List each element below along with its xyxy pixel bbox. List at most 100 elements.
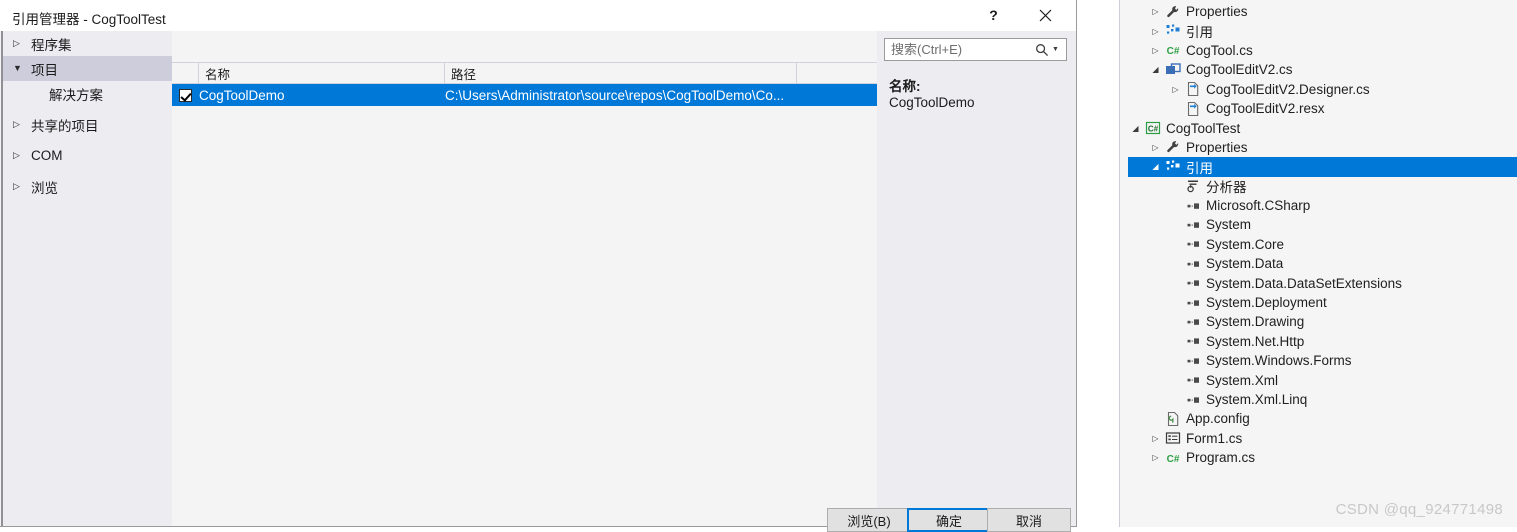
category-label: 浏览 — [31, 180, 58, 196]
category-item-assemblies[interactable]: ▷ 程序集 — [3, 31, 172, 56]
analyzer-icon — [1183, 178, 1202, 194]
tree-item[interactable]: ◢ C# CogToolTest — [1128, 118, 1517, 137]
assembly-icon — [1183, 198, 1202, 214]
chevron-right-icon[interactable]: ▷ — [1148, 143, 1163, 152]
chevron-down-icon: ▼ — [13, 63, 22, 73]
chevron-down-icon[interactable]: ◢ — [1128, 124, 1143, 133]
close-icon[interactable] — [1023, 0, 1068, 30]
designer-icon — [1183, 101, 1202, 117]
tree-item[interactable]: System.Drawing — [1128, 312, 1517, 331]
tree-item-label: Properties — [1186, 4, 1248, 20]
project-icon: C# — [1143, 120, 1162, 136]
chevron-right-icon[interactable]: ▷ — [1148, 7, 1163, 16]
chevron-right-icon: ▷ — [13, 150, 20, 160]
tree-item-label: System — [1206, 217, 1252, 233]
cancel-button[interactable]: 取消 — [987, 508, 1071, 532]
tree-item-label: 分析器 — [1206, 180, 1247, 196]
wrench-icon — [1163, 139, 1182, 155]
tree-item[interactable]: System.Data.DataSetExtensions — [1128, 273, 1517, 292]
search-icon[interactable]: ▼ — [1031, 41, 1063, 58]
chevron-right-icon[interactable]: ▷ — [1168, 85, 1183, 94]
ok-button[interactable]: 确定 — [907, 508, 991, 532]
tree-item[interactable]: System.Xml.Linq — [1128, 390, 1517, 409]
tree-item[interactable]: System.Windows.Forms — [1128, 351, 1517, 370]
chevron-down-icon[interactable]: ◢ — [1148, 162, 1163, 171]
list-column-header: 名称 路径 — [172, 62, 877, 84]
tree-item[interactable]: System.Data — [1128, 254, 1517, 273]
search-box[interactable]: ▼ — [884, 38, 1067, 61]
column-header-checkbox[interactable] — [172, 62, 199, 84]
tree-item-label: CogToolTest — [1166, 120, 1241, 136]
tree-item[interactable]: ▷ Properties — [1128, 138, 1517, 157]
tree-item[interactable]: ◢ CogToolEditV2.cs — [1128, 60, 1517, 79]
chevron-right-icon[interactable]: ▷ — [1148, 434, 1163, 443]
search-input[interactable] — [885, 40, 1031, 59]
tree-item[interactable]: ◢ 引用 — [1128, 157, 1517, 177]
tree-item[interactable]: ▷ C# CogTool.cs — [1128, 41, 1517, 60]
chevron-right-icon[interactable]: ▷ — [1148, 27, 1163, 36]
assembly-icon — [1183, 256, 1202, 272]
tree-item[interactable]: System.Deployment — [1128, 293, 1517, 312]
tree-item-label: System.Data — [1206, 256, 1284, 272]
designer-icon — [1183, 81, 1202, 97]
tree-item[interactable]: ▷ Form1.cs — [1128, 429, 1517, 448]
tree-item-label: CogToolEditV2.resx — [1206, 101, 1325, 117]
tree-item[interactable]: App.config — [1128, 409, 1517, 428]
tree-item-label: System.Xml.Linq — [1206, 392, 1308, 407]
column-header-name[interactable]: 名称 — [199, 62, 445, 84]
chevron-right-icon[interactable]: ▷ — [1148, 46, 1163, 55]
category-item-solution[interactable]: 解决方案 — [3, 81, 172, 106]
detail-name-value: CogToolDemo — [889, 95, 975, 110]
tree-item[interactable]: ▷ 引用 — [1128, 21, 1517, 40]
chevron-down-icon[interactable]: ◢ — [1148, 65, 1163, 74]
browse-button[interactable]: 浏览(B) — [827, 508, 911, 532]
tree-item-label: System.Data.DataSetExtensions — [1206, 275, 1402, 291]
category-item-shared-projects[interactable]: ▷ 共享的项目 — [3, 112, 172, 137]
watermark: CSDN @qq_924771498 — [1335, 501, 1503, 518]
chevron-right-icon: ▷ — [13, 38, 20, 48]
tree-item-label: CogToolEditV2.Designer.cs — [1206, 81, 1370, 97]
detail-name-label: 名称: — [889, 79, 921, 94]
column-header-extra[interactable] — [797, 62, 877, 84]
assembly-icon — [1183, 392, 1202, 408]
tree-item[interactable]: ▷ CogToolEditV2.Designer.cs — [1128, 80, 1517, 99]
tree-item[interactable]: 分析器 — [1128, 177, 1517, 196]
csharp-icon: C# — [1163, 42, 1182, 58]
category-item-com[interactable]: ▷ COM — [3, 143, 172, 168]
tree-item[interactable]: System.Xml — [1128, 370, 1517, 389]
tree-item[interactable]: ▷ C# Program.cs — [1128, 448, 1517, 467]
tree-item-label: System.Drawing — [1206, 314, 1305, 330]
chevron-right-icon: ▷ — [13, 181, 20, 191]
dialog-title: 引用管理器 - CogToolTest — [12, 12, 166, 27]
row-checkbox[interactable] — [172, 88, 199, 102]
assembly-icon — [1183, 217, 1202, 233]
table-row[interactable]: CogToolDemo C:\Users\Administrator\sourc… — [172, 84, 877, 106]
chevron-down-icon[interactable]: ▼ — [1052, 46, 1059, 53]
category-label: 解决方案 — [49, 87, 103, 103]
tree-item-label: Microsoft.CSharp — [1206, 198, 1311, 214]
tree-item[interactable]: Microsoft.CSharp — [1128, 196, 1517, 215]
tree-item-label: System.Net.Http — [1206, 333, 1305, 349]
tree-item[interactable]: System.Net.Http — [1128, 332, 1517, 351]
help-button[interactable]: ? — [971, 0, 1016, 30]
row-name: CogToolDemo — [199, 87, 285, 103]
config-icon — [1163, 411, 1182, 427]
assembly-icon — [1183, 372, 1202, 388]
wrench-icon — [1163, 4, 1182, 20]
csharp-icon: C# — [1163, 450, 1182, 466]
chevron-right-icon[interactable]: ▷ — [1148, 453, 1163, 462]
category-item-browse[interactable]: ▷ 浏览 — [3, 174, 172, 199]
tree-item[interactable]: ▷ Properties — [1128, 2, 1517, 21]
row-path: C:\Users\Administrator\source\repos\CogT… — [445, 87, 785, 103]
tree-item-label: Properties — [1186, 139, 1248, 155]
references-icon — [1163, 159, 1182, 175]
column-header-path[interactable]: 路径 — [445, 62, 797, 84]
svg-text:C#: C# — [1166, 454, 1179, 465]
assembly-icon — [1183, 236, 1202, 252]
tree-item[interactable]: System.Core — [1128, 235, 1517, 254]
assembly-icon — [1183, 275, 1202, 291]
tree-item[interactable]: System — [1128, 215, 1517, 234]
tree-item[interactable]: CogToolEditV2.resx — [1128, 99, 1517, 118]
category-item-projects[interactable]: ▼ 项目 — [3, 56, 172, 81]
assembly-icon — [1183, 333, 1202, 349]
